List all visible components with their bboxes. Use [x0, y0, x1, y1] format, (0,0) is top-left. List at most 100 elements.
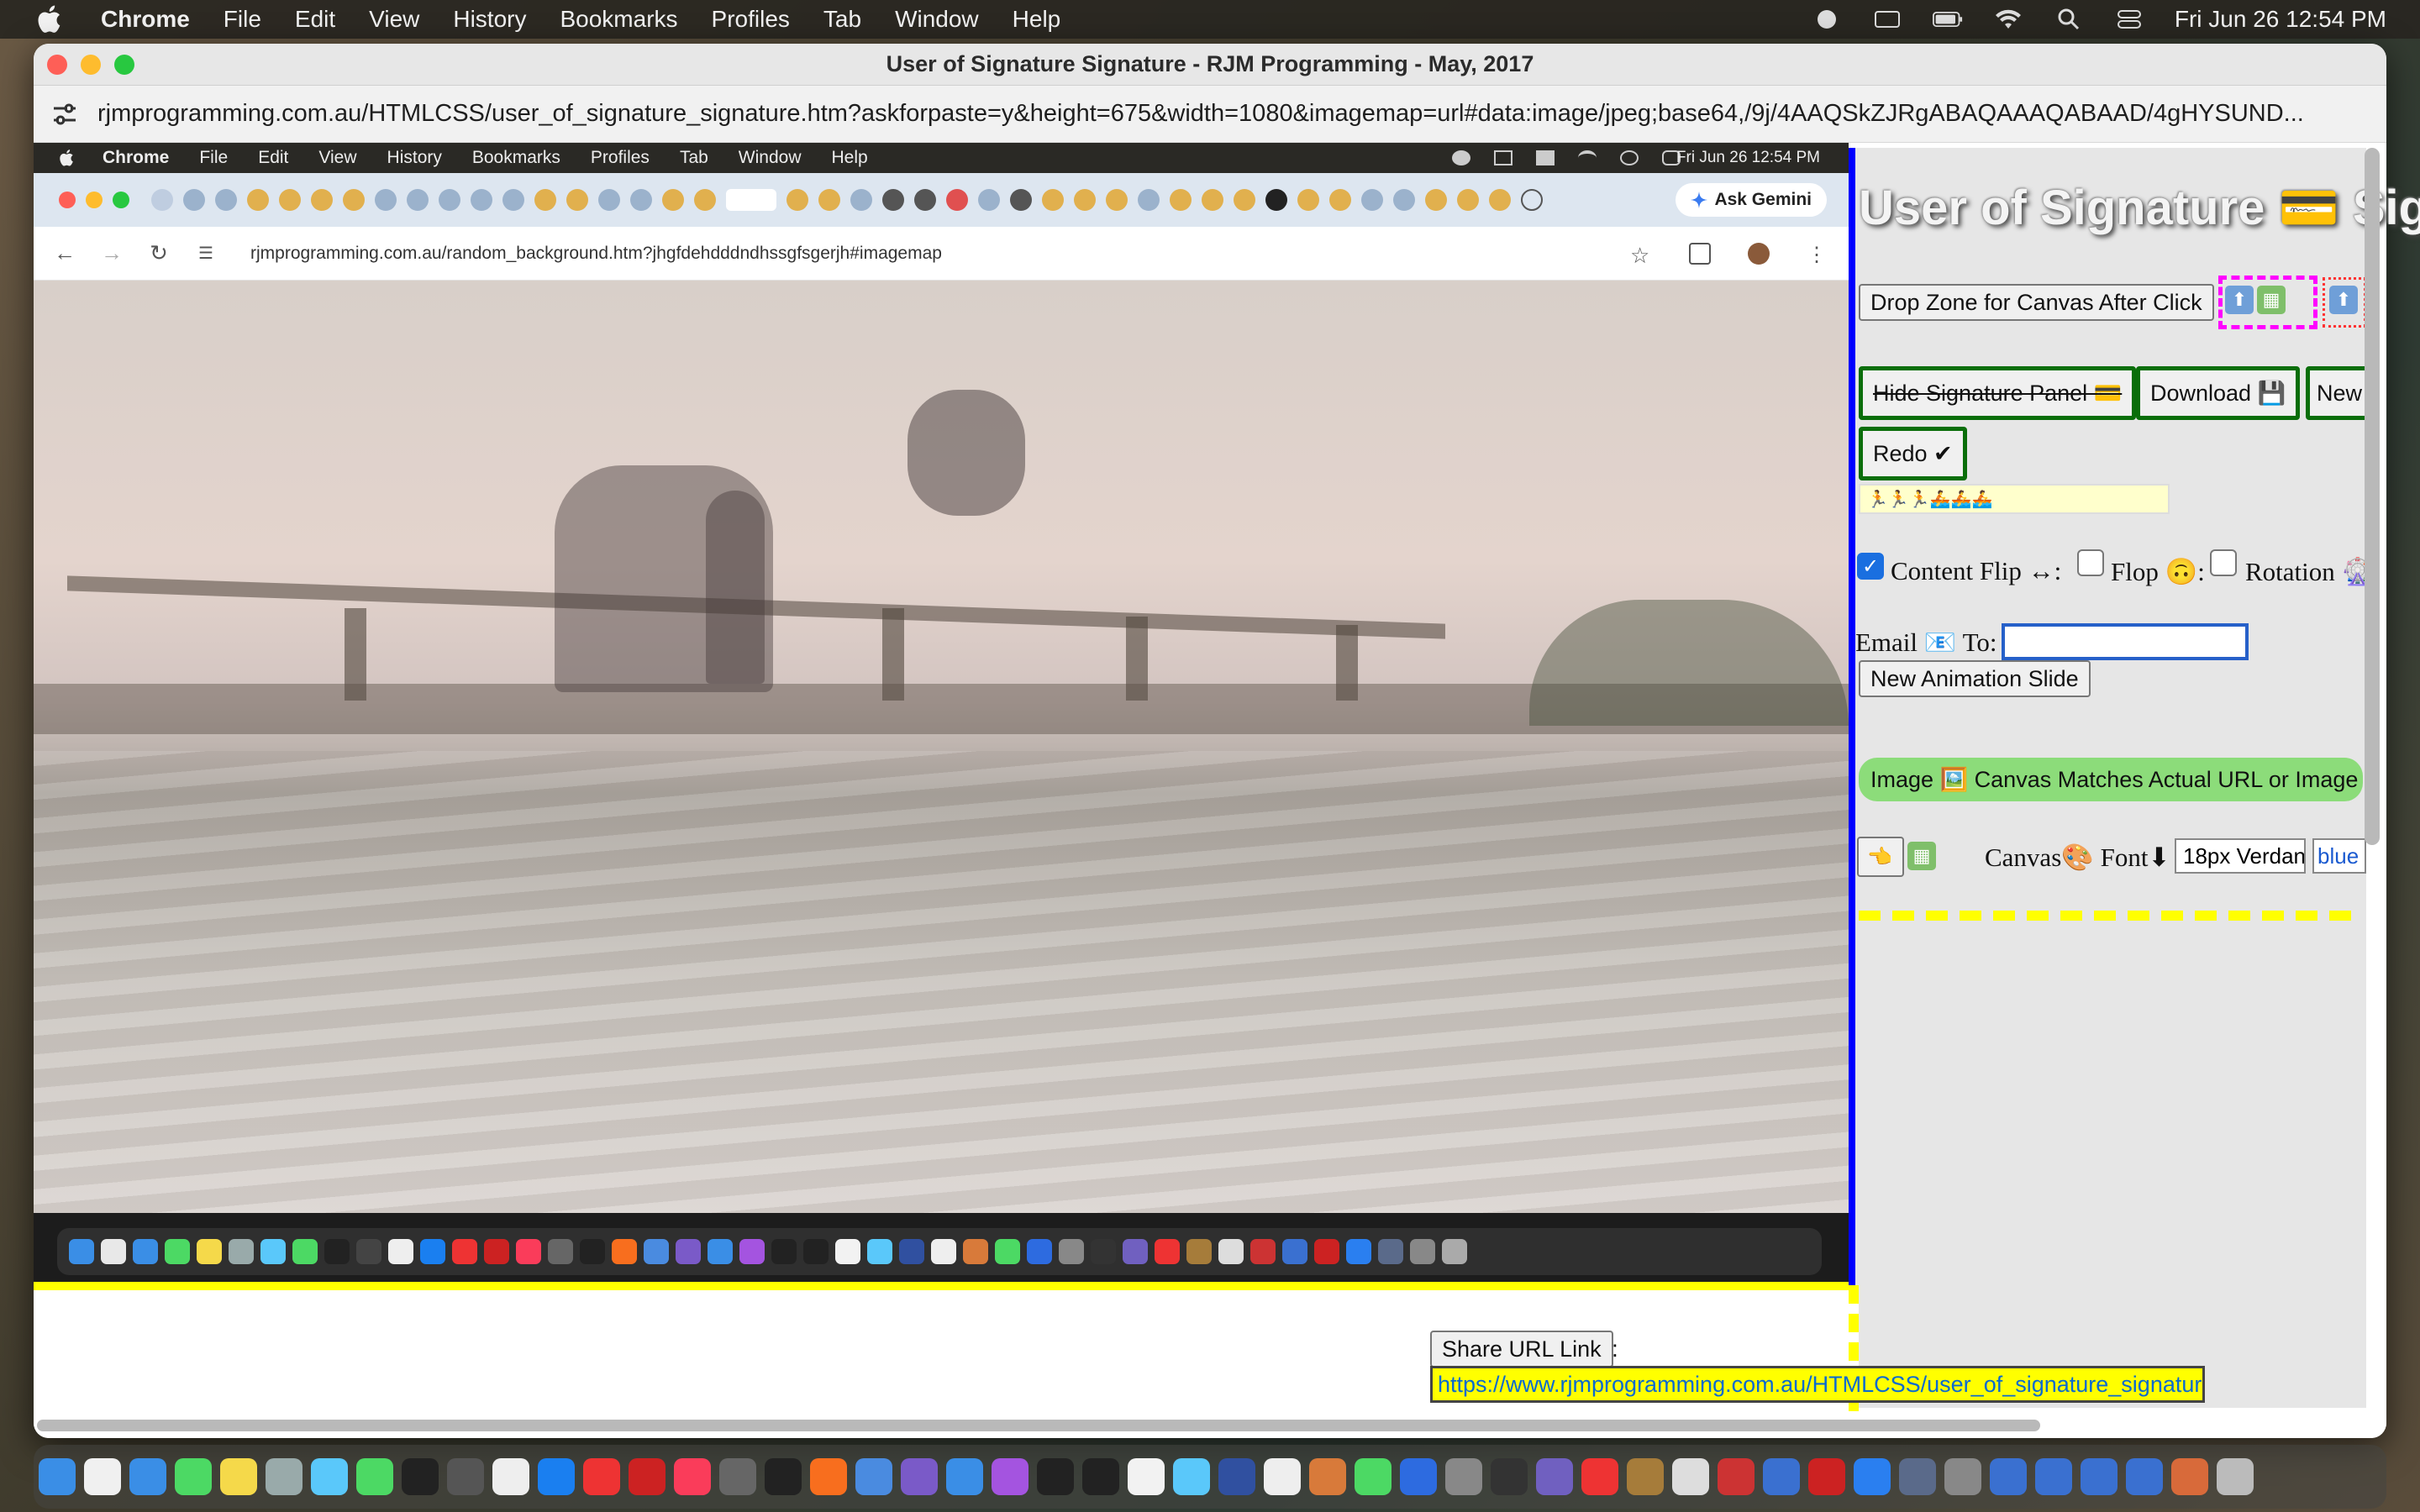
- menu-bookmarks[interactable]: Bookmarks: [560, 6, 677, 33]
- calendar-icon[interactable]: [1128, 1458, 1165, 1495]
- app-icon[interactable]: [1718, 1458, 1754, 1495]
- notes-icon[interactable]: [220, 1458, 257, 1495]
- close-window-button[interactable]: [47, 55, 67, 75]
- picture-icon[interactable]: ▦: [2257, 286, 2286, 314]
- menubar-clock[interactable]: Fri Jun 26 12:54 PM: [2175, 6, 2386, 33]
- window-titlebar[interactable]: User of Signature Signature - RJM Progra…: [34, 44, 2386, 86]
- drop-zone-button[interactable]: Drop Zone for Canvas After Click: [1859, 284, 2214, 321]
- music-icon[interactable]: [674, 1458, 711, 1495]
- filezilla-icon[interactable]: [629, 1458, 666, 1495]
- app-icon[interactable]: [1491, 1458, 1528, 1495]
- download-button[interactable]: Download 💾: [2136, 366, 2301, 420]
- picture-tile-icon[interactable]: ▦: [1907, 842, 1936, 870]
- content-flip-checkbox[interactable]: ✓: [1857, 553, 1884, 580]
- menu-window[interactable]: Window: [895, 6, 979, 33]
- messages-icon[interactable]: [175, 1458, 212, 1495]
- safari-tool-icon[interactable]: [855, 1458, 892, 1495]
- intellij-icon[interactable]: [1218, 1458, 1255, 1495]
- safari-icon[interactable]: [946, 1458, 983, 1495]
- site-settings-icon[interactable]: [50, 100, 79, 129]
- utility-icon[interactable]: [719, 1458, 756, 1495]
- opera-icon[interactable]: [1581, 1458, 1618, 1495]
- folder-icon[interactable]: [2126, 1458, 2163, 1495]
- redo-button[interactable]: Redo ✔: [1859, 427, 1967, 480]
- horizontal-scrollbar[interactable]: [37, 1420, 2040, 1431]
- menu-tab[interactable]: Tab: [823, 6, 861, 33]
- downloads-stack-icon[interactable]: [2171, 1458, 2208, 1495]
- fullscreen-window-button[interactable]: [114, 55, 134, 75]
- control-center-icon[interactable]: [2114, 8, 2144, 31]
- app-status-icon[interactable]: [1812, 8, 1842, 31]
- app-icon[interactable]: [1536, 1458, 1573, 1495]
- xcode-icon[interactable]: [1763, 1458, 1800, 1495]
- image-canvas-match-bar[interactable]: Image 🖼️ Canvas Matches Actual URL or Im…: [1859, 758, 2363, 801]
- menu-edit[interactable]: Edit: [295, 6, 335, 33]
- chrome-icon[interactable]: [1355, 1458, 1392, 1495]
- paint-icon[interactable]: [1309, 1458, 1346, 1495]
- share-url-link-button[interactable]: Share URL Link: [1430, 1331, 1613, 1368]
- bbedit-icon[interactable]: [901, 1458, 938, 1495]
- new-button[interactable]: New: [2306, 366, 2370, 420]
- textedit-icon[interactable]: [1264, 1458, 1301, 1495]
- menu-app-name[interactable]: Chrome: [101, 6, 190, 33]
- share-url-field[interactable]: https://www.rjmprogramming.com.au/HTMLCS…: [1430, 1366, 2205, 1403]
- folder-icon[interactable]: [2081, 1458, 2118, 1495]
- menu-help[interactable]: Help: [1013, 6, 1061, 33]
- trash-icon[interactable]: [2217, 1458, 2254, 1495]
- email-to-input[interactable]: [2002, 623, 2249, 660]
- document-icon[interactable]: [492, 1458, 529, 1495]
- dock-app-icon: [452, 1239, 477, 1264]
- app-icon[interactable]: [1627, 1458, 1664, 1495]
- news-icon[interactable]: [583, 1458, 620, 1495]
- firefox-icon[interactable]: [810, 1458, 847, 1495]
- menu-profiles[interactable]: Profiles: [712, 6, 790, 33]
- vertical-scrollbar[interactable]: [2365, 148, 2380, 845]
- folder-icon[interactable]: [2035, 1458, 2072, 1495]
- console-icon[interactable]: [1037, 1458, 1074, 1495]
- hide-signature-panel-button[interactable]: Hide Signature Panel 💳: [1859, 366, 2137, 420]
- font-input[interactable]: 18px Verdana: [2175, 838, 2306, 874]
- activity-icon[interactable]: [311, 1458, 348, 1495]
- signature-thumbnail-strip[interactable]: 🏃🏃🏃🚣🚣🚣: [1859, 484, 2170, 514]
- embedded-battery-icon: [1536, 150, 1555, 165]
- menu-history[interactable]: History: [453, 6, 526, 33]
- calendar-grid-icon[interactable]: [1944, 1458, 1981, 1495]
- preview-icon[interactable]: [1173, 1458, 1210, 1495]
- podcasts-icon[interactable]: [992, 1458, 1028, 1495]
- launchpad-icon[interactable]: [266, 1458, 302, 1495]
- facetime-icon[interactable]: [356, 1458, 393, 1495]
- apple-tv-icon[interactable]: [765, 1458, 802, 1495]
- keyboard-icon[interactable]: [1872, 8, 1902, 31]
- flop-checkbox[interactable]: [2077, 549, 2104, 576]
- upload-arrow-icon[interactable]: ⬆: [2225, 286, 2254, 314]
- finder-icon[interactable]: [39, 1458, 76, 1495]
- elephant-icon[interactable]: [1672, 1458, 1709, 1495]
- zoom-icon[interactable]: [1400, 1458, 1437, 1495]
- apple-icon[interactable]: [34, 3, 67, 36]
- calendar-badge-icon[interactable]: [84, 1458, 121, 1495]
- new-animation-slide-button[interactable]: New Animation Slide: [1859, 660, 2091, 697]
- search-icon[interactable]: [2054, 8, 2084, 31]
- battery-icon[interactable]: [1932, 8, 1963, 31]
- terminal-icon-2[interactable]: [1082, 1458, 1119, 1495]
- settings-icon[interactable]: [1445, 1458, 1482, 1495]
- minimize-window-button[interactable]: [81, 55, 101, 75]
- calculator-icon[interactable]: [447, 1458, 484, 1495]
- mail-icon[interactable]: [129, 1458, 166, 1495]
- address-url[interactable]: rjmprogramming.com.au/HTMLCSS/user_of_si…: [97, 100, 2366, 128]
- pointer-hand-button[interactable]: 👈: [1857, 837, 1904, 877]
- rotation-checkbox[interactable]: [2210, 549, 2237, 576]
- app-icon[interactable]: [1808, 1458, 1845, 1495]
- bluetooth-icon[interactable]: [1854, 1458, 1891, 1495]
- menu-file[interactable]: File: [224, 6, 261, 33]
- upload-arrow-icon-2[interactable]: ⬆: [2329, 286, 2358, 314]
- app-icon[interactable]: [1899, 1458, 1936, 1495]
- dock-app-icon: [69, 1239, 94, 1264]
- wifi-icon[interactable]: [1993, 8, 2023, 31]
- color-input[interactable]: blue: [2312, 838, 2366, 874]
- folder-icon[interactable]: [1990, 1458, 2027, 1495]
- terminal-icon[interactable]: [402, 1458, 439, 1495]
- address-bar[interactable]: rjmprogramming.com.au/HTMLCSS/user_of_si…: [34, 86, 2386, 143]
- menu-view[interactable]: View: [369, 6, 419, 33]
- app-store-icon[interactable]: [538, 1458, 575, 1495]
